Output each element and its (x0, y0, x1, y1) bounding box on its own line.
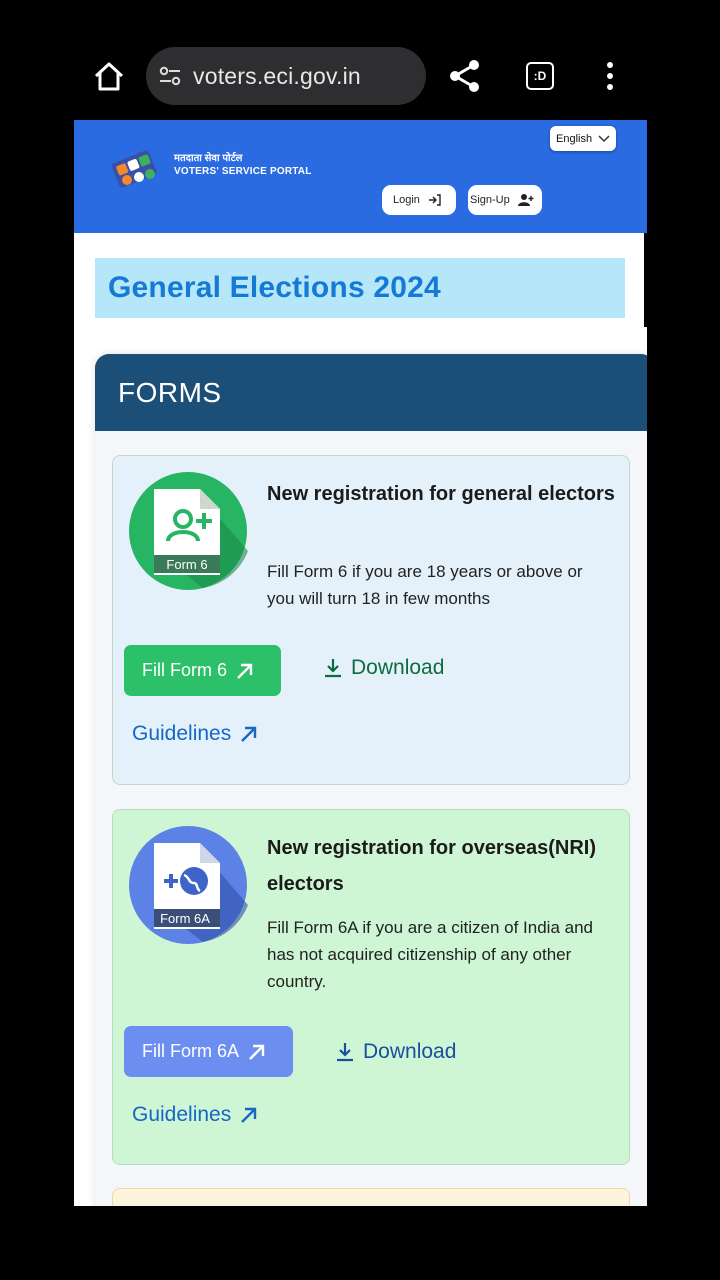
election-title: General Elections 2024 (108, 271, 441, 304)
form-6-icon-label: Form 6 (166, 557, 207, 572)
fill-form-6-label: Fill Form 6 (142, 660, 227, 680)
form-6-download-label: Download (351, 656, 445, 679)
login-label: Login (393, 194, 420, 206)
form-6a-guidelines-link[interactable]: Guidelines (132, 1103, 259, 1127)
add-user-icon (517, 194, 534, 206)
browser-toolbar: voters.eci.gov.in :D (0, 0, 720, 120)
page-edge (644, 233, 647, 327)
form-6a-download-link[interactable]: Download (335, 1040, 456, 1064)
form-6a-guidelines-label: Guidelines (132, 1103, 232, 1126)
fill-form-6a-label: Fill Form 6A (142, 1041, 240, 1061)
forms-section: FORMS Form 6 New registration for genera… (95, 354, 647, 1206)
forms-header: FORMS (95, 354, 647, 431)
site-settings-icon[interactable] (158, 64, 182, 88)
address-bar[interactable]: voters.eci.gov.in (146, 47, 426, 105)
form-6a-icon-label: Form 6A (160, 911, 210, 926)
form-6-download-link[interactable]: Download (323, 656, 444, 680)
brand-name-hindi: मतदाता सेवा पोर्टल (174, 153, 243, 164)
form-6-guidelines-link[interactable]: Guidelines (132, 722, 259, 746)
form-6-guidelines-label: Guidelines (132, 722, 232, 745)
fill-form-6-button[interactable]: Fill Form 6 (124, 645, 281, 696)
form-6-description: Fill Form 6 if you are 18 years or above… (267, 562, 583, 608)
arrow-up-right-icon (237, 663, 253, 679)
arrow-up-right-icon (241, 726, 257, 742)
arrow-up-right-icon (249, 1044, 265, 1060)
forms-title: FORMS (118, 376, 222, 408)
download-icon (337, 1043, 353, 1062)
site-header: मतदाता सेवा पोर्टल VOTERS' SERVICE PORTA… (74, 120, 647, 233)
bottom-bar (0, 1206, 720, 1280)
home-icon[interactable] (88, 56, 130, 98)
chevron-down-icon (598, 134, 610, 142)
share-icon[interactable] (448, 58, 482, 94)
url-text[interactable]: voters.eci.gov.in (193, 63, 361, 90)
voters-portal-logo[interactable] (110, 146, 162, 196)
form-6-icon: Form 6 (129, 472, 248, 590)
login-button[interactable]: Login (382, 185, 456, 215)
form-6-title: New registration for general electors (267, 483, 615, 505)
signup-button[interactable]: Sign-Up (468, 185, 542, 215)
login-icon (428, 194, 441, 206)
language-select-value: English (556, 132, 593, 145)
form-6-card: Form 6 New registration for general elec… (112, 455, 630, 785)
web-page: मतदाता सेवा पोर्टल VOTERS' SERVICE PORTA… (74, 120, 647, 1206)
form-6a-title: New registration for overseas(NRI) elect… (267, 837, 596, 895)
next-form-card (112, 1188, 630, 1206)
form-6a-icon: Form 6A (129, 826, 248, 944)
form-6a-card: Form 6A New registration for overseas(NR… (112, 809, 630, 1165)
form-6a-description: Fill Form 6A if you are a citizen of Ind… (267, 918, 593, 991)
tab-switcher-button[interactable]: :D (526, 62, 554, 90)
signup-label: Sign-Up (470, 194, 510, 206)
brand-name-english: VOTERS' SERVICE PORTAL (174, 166, 312, 177)
language-select[interactable]: English (550, 126, 616, 151)
form-6a-download-label: Download (363, 1040, 457, 1063)
more-menu-icon[interactable] (600, 62, 620, 92)
election-banner: General Elections 2024 (95, 258, 625, 318)
arrow-up-right-icon (241, 1107, 257, 1123)
fill-form-6a-button[interactable]: Fill Form 6A (124, 1026, 293, 1077)
download-icon (325, 659, 341, 678)
